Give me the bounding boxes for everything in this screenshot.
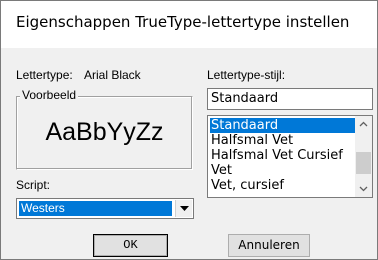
list-item[interactable]: Halfsmal Vet Cursief bbox=[210, 148, 355, 163]
cancel-button[interactable]: Annuleren bbox=[228, 234, 310, 257]
preview-group-label: Voorbeeld bbox=[20, 88, 79, 102]
chevron-down-icon bbox=[180, 206, 189, 211]
style-input[interactable]: Standaard bbox=[207, 88, 373, 110]
script-selected-value: Westers bbox=[19, 201, 172, 216]
title-bar: Eigenschappen TrueType-lettertype instel… bbox=[1, 1, 377, 48]
dialog-title: Eigenschappen TrueType-lettertype instel… bbox=[16, 13, 350, 31]
style-label: Lettertype-stijl: bbox=[207, 68, 286, 82]
scroll-down-button[interactable] bbox=[355, 180, 372, 197]
font-name: Arial Black bbox=[84, 68, 141, 82]
ok-button[interactable]: OK bbox=[93, 234, 168, 257]
scroll-thumb[interactable] bbox=[356, 152, 371, 174]
style-listbox[interactable]: Standaard Halfsmal Vet Halfsmal Vet Curs… bbox=[207, 115, 373, 198]
list-item[interactable]: Halfsmal Vet bbox=[210, 133, 355, 148]
vertical-scrollbar[interactable] bbox=[355, 116, 372, 197]
script-label: Script: bbox=[16, 178, 51, 192]
script-dropdown-button[interactable] bbox=[175, 200, 192, 217]
chevron-down-icon bbox=[359, 186, 368, 192]
preview-sample: AaBbYyZz bbox=[45, 118, 164, 146]
scroll-up-button[interactable] bbox=[355, 116, 372, 133]
chevron-up-icon bbox=[359, 121, 368, 127]
list-item[interactable]: Standaard bbox=[210, 118, 355, 133]
font-label: Lettertype: bbox=[16, 68, 73, 82]
list-item[interactable]: Vet, cursief bbox=[210, 178, 355, 193]
font-properties-dialog: Eigenschappen TrueType-lettertype instel… bbox=[0, 0, 378, 260]
list-item[interactable]: Vet bbox=[210, 163, 355, 178]
script-dropdown[interactable]: Westers bbox=[16, 198, 194, 219]
